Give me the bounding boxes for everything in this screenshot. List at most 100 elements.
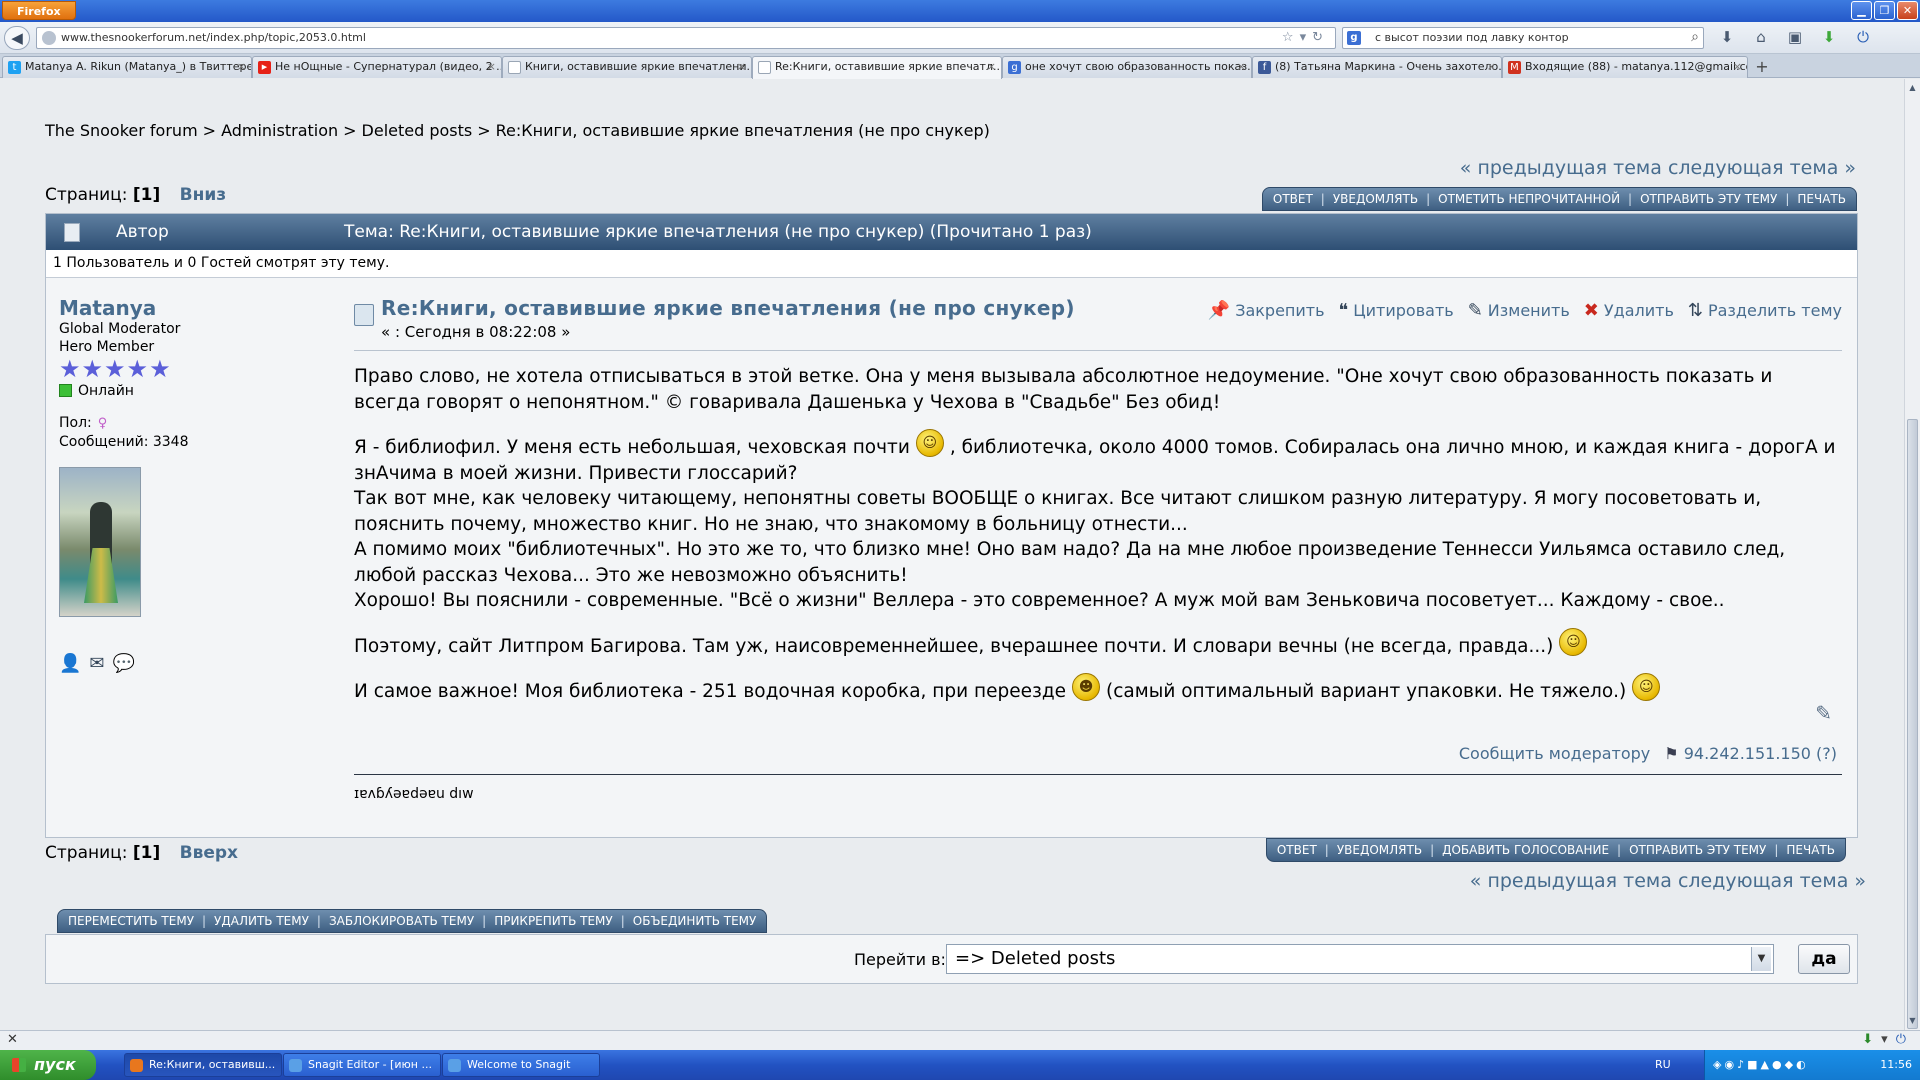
minimize-button[interactable]: ▁ — [1851, 1, 1872, 20]
breadcrumb-administration[interactable]: Administration — [221, 121, 338, 140]
back-button[interactable]: ◀ — [4, 26, 30, 50]
start-button[interactable]: пуск — [0, 1050, 96, 1080]
search-magnifier-icon[interactable]: ⌕ — [1691, 29, 1699, 45]
reload-icon[interactable]: ↻ — [1312, 30, 1329, 45]
breadcrumb-topic[interactable]: Re:Книги, оставившие яркие впечатления (… — [496, 121, 990, 140]
move-topic-button[interactable]: ПЕРЕМЕСТИТЬ ТЕМУ — [68, 914, 194, 928]
taskbar-item-firefox[interactable]: Re:Книги, оставивш... — [124, 1053, 282, 1077]
home-icon[interactable]: ⌂ — [1750, 28, 1772, 46]
post-subject[interactable]: Re:Книги, оставившие яркие впечатления (… — [381, 296, 1075, 320]
tray-network-icon[interactable]: ◈ — [1713, 1058, 1724, 1071]
close-addon-bar-icon[interactable]: ✕ — [7, 1032, 18, 1047]
split-topic-button[interactable]: ⇅ Разделить тему — [1688, 300, 1842, 321]
download-status-icon[interactable]: ⬇ — [1862, 1032, 1881, 1047]
print-button[interactable]: ПЕЧАТЬ — [1786, 843, 1835, 857]
reply-button[interactable]: ОТВЕТ — [1273, 192, 1313, 206]
bookmark-star-icon[interactable]: ☆ — [1282, 30, 1300, 45]
merge-topic-button[interactable]: ОБЪЕДИНИТЬ ТЕМУ — [633, 914, 757, 928]
tray-app-icon[interactable]: ■ — [1747, 1058, 1760, 1071]
taskbar-item-snagit-editor[interactable]: Snagit Editor - [июн ... — [283, 1053, 441, 1077]
tray-app-icon[interactable]: ◐ — [1796, 1058, 1809, 1071]
tab-close-icon[interactable]: × — [487, 57, 496, 77]
tab-close-icon[interactable]: × — [1237, 57, 1246, 77]
bookmarks-menu-icon[interactable]: ▣ — [1784, 28, 1806, 46]
tray-volume-icon[interactable]: ♪ — [1737, 1058, 1747, 1071]
breadcrumb-forum[interactable]: The Snooker forum — [45, 121, 198, 140]
quote-button[interactable]: ❝ Цитировать — [1339, 300, 1454, 321]
prev-topic-link[interactable]: « предыдущая тема — [1470, 870, 1672, 892]
power-icon[interactable]: ⏻ — [1896, 1032, 1914, 1047]
dropdown-icon[interactable]: ▾ — [1881, 1032, 1896, 1047]
search-bar[interactable]: g с высот поэзии под лавку контор ⌕ — [1342, 27, 1704, 49]
pin-button[interactable]: 📌 Закрепить — [1208, 300, 1325, 321]
topic-buttons-bottom: ОТВЕТ | УВЕДОМЛЯТЬ | ДОБАВИТЬ ГОЛОСОВАНИЕ |… — [1265, 838, 1846, 862]
search-engine-icon[interactable]: g — [1347, 31, 1361, 45]
tab-gmail[interactable]: M Входящие (88) - matanya.112@gmail.co..… — [1502, 56, 1748, 78]
tab-google-search[interactable]: g оне хочут свою образованность показ...… — [1002, 56, 1252, 78]
reply-button[interactable]: ОТВЕТ — [1277, 843, 1317, 857]
next-topic-link[interactable]: следующая тема » — [1678, 870, 1866, 892]
search-input[interactable]: с высот поэзии под лавку контор — [1375, 31, 1569, 44]
jump-down-link[interactable]: Вниз — [180, 185, 227, 205]
history-dropdown-icon[interactable]: ▾ — [1300, 30, 1313, 45]
prev-topic-link[interactable]: « предыдущая тема — [1460, 157, 1662, 179]
taskbar-item-welcome-snagit[interactable]: Welcome to Snagit — [442, 1053, 600, 1077]
mark-unread-button[interactable]: ОТМЕТИТЬ НЕПРОЧИТАННОЙ — [1438, 192, 1620, 206]
tab-facebook[interactable]: f (8) Татьяна Маркина - Очень захотело..… — [1252, 56, 1502, 78]
tab-forum-books[interactable]: Книги, оставившие яркие впечатлени... × — [502, 56, 752, 78]
downloads-icon[interactable]: ⬇ — [1716, 28, 1738, 46]
add-poll-button[interactable]: ДОБАВИТЬ ГОЛОСОВАНИЕ — [1442, 843, 1609, 857]
send-topic-button[interactable]: ОТПРАВИТЬ ЭТУ ТЕМУ — [1629, 843, 1766, 857]
new-tab-button[interactable]: + — [1750, 57, 1774, 77]
tab-close-icon[interactable]: × — [987, 57, 996, 77]
report-to-moderator-link[interactable]: Сообщить модератору — [1459, 744, 1650, 763]
close-button[interactable]: ✕ — [1897, 1, 1918, 20]
language-indicator[interactable]: RU — [1655, 1058, 1671, 1071]
page-scrollbar[interactable]: ▲ ▼ — [1904, 79, 1920, 1030]
notify-button[interactable]: УВЕДОМЛЯТЬ — [1337, 843, 1422, 857]
lock-topic-button[interactable]: ЗАБЛОКИРОВАТЬ ТЕМУ — [329, 914, 474, 928]
ip-address-link[interactable]: 94.242.151.150 (?) — [1684, 744, 1837, 763]
tab-forum-re-books[interactable]: Re:Книги, оставившие яркие впечатл... × — [752, 56, 1002, 79]
chevron-down-icon[interactable]: ▼ — [1751, 947, 1771, 971]
tab-youtube[interactable]: ▶ Не нОщные - Супернатурал (видео, 2 ...… — [252, 56, 502, 78]
remove-topic-button[interactable]: УДАЛИТЬ ТЕМУ — [214, 914, 309, 928]
female-gender-icon: ♀ — [97, 416, 108, 431]
email-icon[interactable]: ✉ — [89, 653, 104, 674]
personal-message-icon[interactable]: 💬 — [113, 653, 135, 674]
tray-app-icon[interactable]: ▲ — [1761, 1058, 1772, 1071]
breadcrumb-deleted-posts[interactable]: Deleted posts — [362, 121, 473, 140]
delete-button[interactable]: ✖ Удалить — [1584, 300, 1674, 321]
firefox-menu-button[interactable]: Firefox — [2, 1, 76, 20]
tray-app-icon[interactable]: ● — [1772, 1058, 1785, 1071]
scroll-down-icon[interactable]: ▼ — [1907, 1014, 1918, 1028]
tray-app-icon[interactable]: ◆ — [1785, 1058, 1796, 1071]
power-icon[interactable]: ⏻ — [1852, 28, 1874, 46]
quick-modify-icon[interactable]: ✎ — [1815, 701, 1832, 725]
print-button[interactable]: ПЕЧАТЬ — [1797, 192, 1846, 206]
facebook-icon: f — [1258, 61, 1271, 74]
send-topic-button[interactable]: ОТПРАВИТЬ ЭТУ ТЕМУ — [1640, 192, 1777, 206]
notify-button[interactable]: УВЕДОМЛЯТЬ — [1333, 192, 1418, 206]
go-button[interactable]: да — [1798, 944, 1850, 974]
tab-close-icon[interactable]: × — [737, 57, 746, 77]
tab-twitter[interactable]: t Matanya A. Rikun (Matanya_) в Твиттере… — [2, 56, 252, 78]
tab-close-icon[interactable]: × — [1733, 57, 1742, 77]
sticky-topic-button[interactable]: ПРИКРЕПИТЬ ТЕМУ — [494, 914, 613, 928]
profile-icon[interactable]: 👤 — [59, 653, 81, 674]
site-identity-icon[interactable] — [42, 31, 56, 45]
tab-close-icon[interactable]: × — [237, 57, 246, 77]
scroll-thumb[interactable] — [1907, 419, 1918, 1029]
next-topic-link[interactable]: следующая тема » — [1668, 157, 1856, 179]
clock[interactable]: 11:56 — [1880, 1058, 1912, 1071]
tab-close-icon[interactable]: × — [1487, 57, 1496, 77]
poster-name[interactable]: Matanya — [59, 296, 319, 320]
scroll-up-icon[interactable]: ▲ — [1907, 81, 1918, 95]
jump-up-link[interactable]: Вверх — [180, 843, 238, 863]
tray-antivirus-icon[interactable]: ◉ — [1724, 1058, 1737, 1071]
addon-download-icon[interactable]: ⬇ — [1818, 28, 1840, 46]
edit-button[interactable]: ✎ Изменить — [1468, 300, 1570, 321]
jump-to-select[interactable]: => Deleted posts ▼ — [946, 944, 1774, 974]
url-bar[interactable]: www.thesnookerforum.net/index.php/topic,… — [36, 27, 1336, 49]
restore-button[interactable]: ❐ — [1874, 1, 1895, 20]
